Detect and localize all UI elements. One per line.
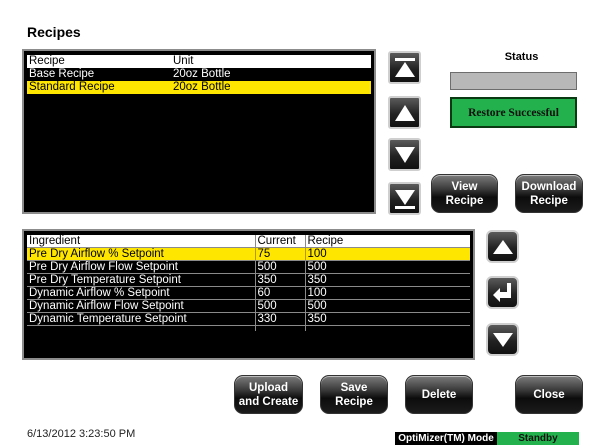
- ingredient-recipe-value: 500: [305, 299, 470, 313]
- ingredient-recipe-value: 350: [305, 312, 470, 326]
- ingredient-recipe-value: 100: [305, 247, 470, 261]
- ingredient-enter-button[interactable]: [486, 276, 519, 309]
- arrow-down-icon: [394, 146, 415, 163]
- recipe-column-header: Recipe: [29, 55, 65, 67]
- ingredient-current: [255, 325, 306, 331]
- ingredient-current: 60: [255, 286, 306, 300]
- unit-column-header: Unit: [173, 55, 194, 67]
- arrow-up-icon: [394, 104, 415, 121]
- status-bar: [450, 72, 577, 90]
- ingredient-name: Dynamic Temperature Setpoint: [27, 312, 256, 326]
- download-recipe-button[interactable]: Download Recipe: [515, 174, 583, 213]
- page-title: Recipes: [27, 24, 81, 40]
- ingredient-up-button[interactable]: [486, 230, 519, 263]
- scroll-top-button[interactable]: [388, 51, 421, 84]
- upload-label-line2: and Create: [238, 395, 299, 408]
- ingredient-row[interactable]: Pre Dry Airflow Flow Setpoint 500 500: [27, 260, 470, 274]
- view-recipe-button[interactable]: View Recipe: [431, 174, 498, 213]
- mode-label: OptiMizer(TM) Mode: [395, 432, 497, 445]
- ingredient-row[interactable]: [27, 325, 470, 332]
- recipe-name: Standard Recipe: [29, 81, 115, 93]
- recipe-unit: 20oz Bottle: [173, 81, 231, 93]
- download-recipe-label-line1: Download: [521, 180, 577, 193]
- restore-status-message: Restore Successful: [450, 97, 577, 128]
- ingredient-row[interactable]: Pre Dry Temperature Setpoint 350 350: [27, 273, 470, 287]
- first-page-icon: [394, 57, 415, 77]
- ingredient-current: 350: [255, 273, 306, 287]
- recipe-list: Recipe Unit Base Recipe 20oz Bottle Stan…: [27, 55, 371, 94]
- arrow-down-icon: [492, 332, 513, 347]
- current-column-header: Current: [255, 235, 306, 248]
- recipe-row[interactable]: Base Recipe 20oz Bottle: [27, 68, 371, 81]
- datetime-display: 6/13/2012 3:23:50 PM: [27, 428, 136, 440]
- ingredient-name: Dynamic Airflow % Setpoint: [27, 286, 256, 300]
- ingredient-row[interactable]: Dynamic Airflow Flow Setpoint 500 500: [27, 299, 470, 313]
- mode-state-badge: Standby: [497, 432, 579, 445]
- ingredient-name: Pre Dry Airflow Flow Setpoint: [27, 260, 256, 274]
- ingredient-name: Dynamic Airflow Flow Setpoint: [27, 299, 256, 313]
- status-label: Status: [504, 51, 539, 63]
- recipe-row-selected[interactable]: Standard Recipe 20oz Bottle: [27, 81, 371, 94]
- ingredient-table-panel: Ingredient Current Recipe Pre Dry Airflo…: [22, 229, 475, 360]
- upload-and-create-button[interactable]: Upload and Create: [234, 375, 303, 414]
- download-recipe-label-line2: Recipe: [530, 194, 568, 207]
- save-label-line2: Recipe: [335, 395, 373, 408]
- arrow-up-icon: [492, 239, 513, 254]
- enter-icon: [492, 282, 511, 302]
- view-recipe-label-line2: Recipe: [445, 194, 484, 207]
- mode-status-bar: OptiMizer(TM) Mode Standby: [395, 432, 579, 445]
- close-label: Close: [533, 388, 565, 401]
- recipe-list-panel: Recipe Unit Base Recipe 20oz Bottle Stan…: [22, 49, 376, 214]
- ingredient-current: 330: [255, 312, 306, 326]
- ingredient-row[interactable]: Dynamic Temperature Setpoint 330 350: [27, 312, 470, 326]
- save-label-line1: Save: [340, 381, 368, 394]
- ingredient-current: 500: [255, 299, 306, 313]
- ingredient-recipe-value: 500: [305, 260, 470, 274]
- recipe-value-column-header: Recipe: [305, 235, 470, 248]
- ingredient-recipe-value: 100: [305, 286, 470, 300]
- ingredient-current: 75: [255, 247, 306, 261]
- close-button[interactable]: Close: [515, 375, 583, 414]
- ingredient-current: 500: [255, 260, 306, 274]
- ingredient-down-button[interactable]: [486, 323, 519, 356]
- ingredient-recipe-value: [305, 326, 470, 332]
- view-recipe-label-line1: View: [451, 180, 478, 193]
- recipe-list-header: Recipe Unit: [27, 55, 371, 68]
- ingredient-row[interactable]: Dynamic Airflow % Setpoint 60 100: [27, 286, 470, 300]
- upload-label-line1: Upload: [249, 381, 288, 394]
- ingredient-name: Pre Dry Airflow % Setpoint: [27, 247, 256, 261]
- ingredient-column-header: Ingredient: [27, 235, 256, 248]
- recipe-unit: 20oz Bottle: [173, 68, 231, 80]
- delete-label: Delete: [421, 388, 457, 401]
- ingredient-recipe-value: 350: [305, 273, 470, 287]
- save-recipe-button[interactable]: Save Recipe: [320, 375, 388, 414]
- ingredient-table: Ingredient Current Recipe Pre Dry Airflo…: [27, 235, 470, 331]
- scroll-down-button[interactable]: [388, 138, 421, 171]
- recipe-name: Base Recipe: [29, 68, 95, 80]
- ingredient-name: Pre Dry Temperature Setpoint: [27, 273, 256, 287]
- last-page-icon: [394, 189, 415, 209]
- ingredient-name: [27, 325, 256, 331]
- scroll-up-button[interactable]: [388, 96, 421, 129]
- ingredient-row-selected[interactable]: Pre Dry Airflow % Setpoint 75 100: [27, 247, 470, 261]
- delete-button[interactable]: Delete: [405, 375, 473, 414]
- ingredient-table-header: Ingredient Current Recipe: [27, 235, 470, 248]
- scroll-bottom-button[interactable]: [388, 182, 421, 215]
